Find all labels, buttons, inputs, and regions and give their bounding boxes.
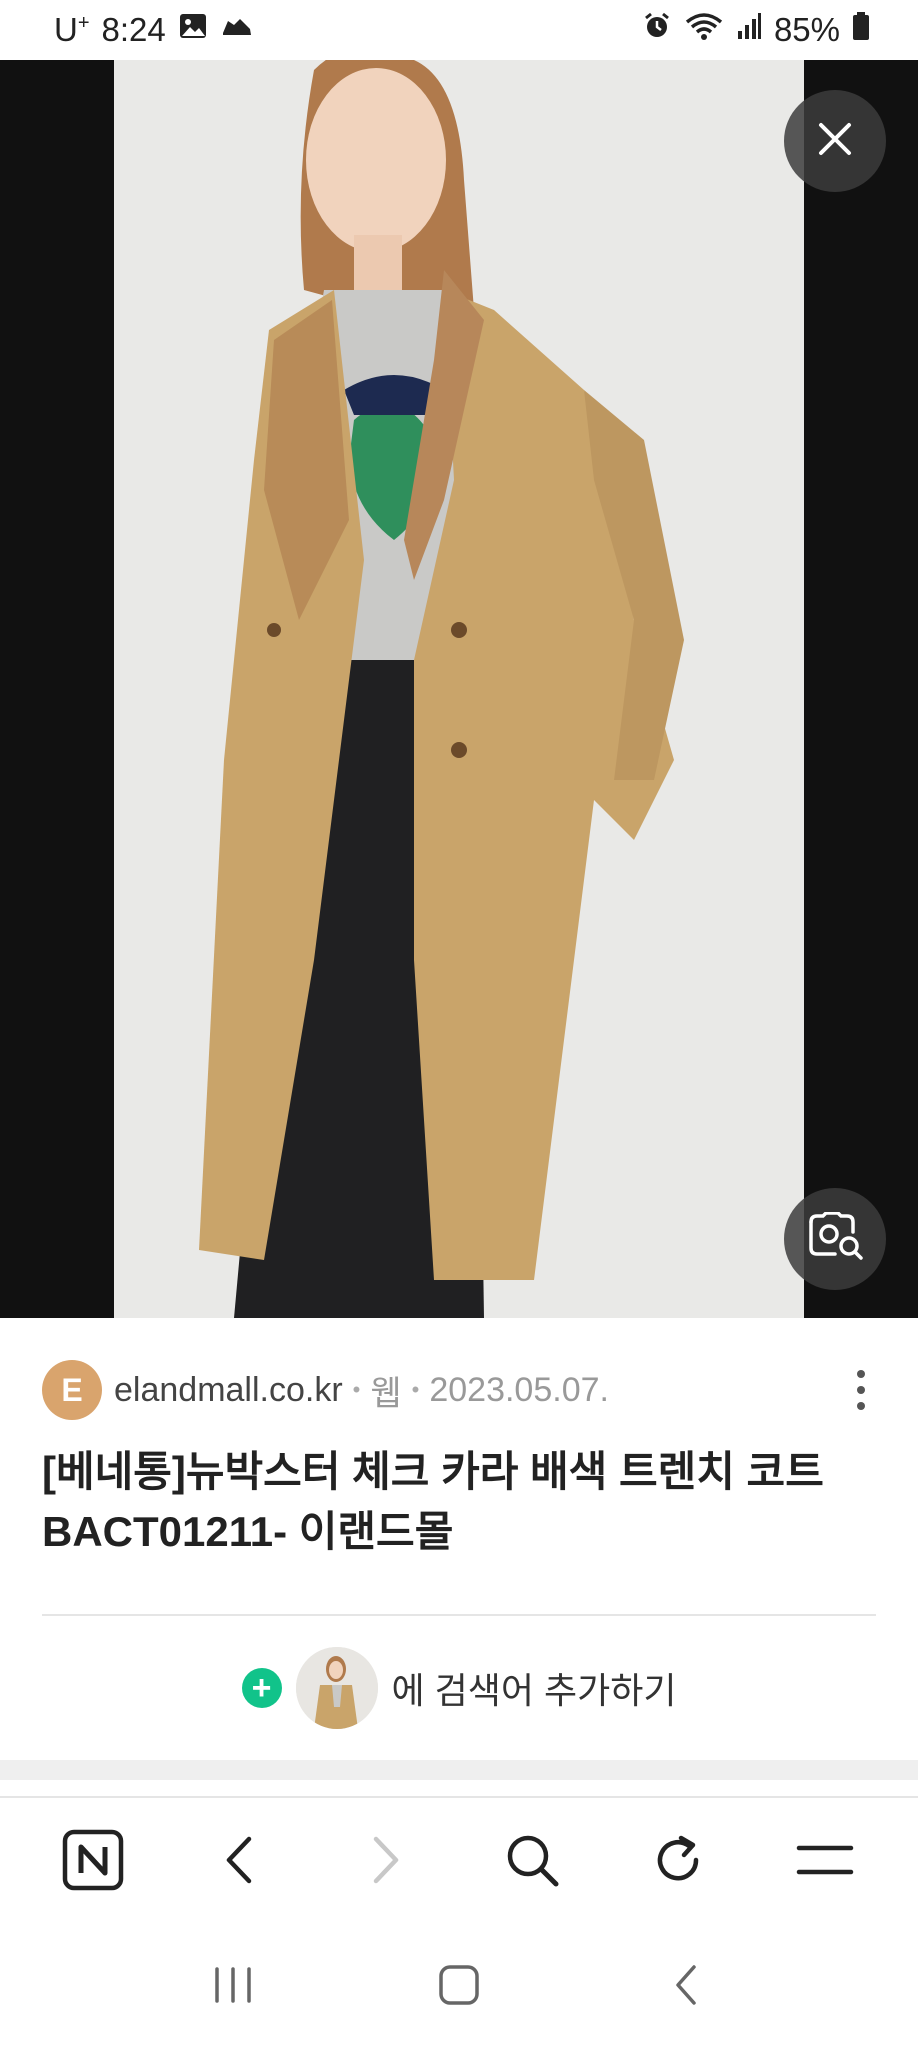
forward-button[interactable] <box>341 1817 431 1907</box>
refresh-button[interactable] <box>633 1817 723 1907</box>
more-dot <box>857 1370 865 1378</box>
close-icon <box>815 119 855 164</box>
status-bar: U+ 8:24 85% <box>0 0 918 60</box>
clock: 8:24 <box>101 11 166 48</box>
home-button[interactable] <box>419 1947 499 2027</box>
wifi-icon <box>684 11 724 49</box>
divider <box>42 1614 876 1616</box>
chevron-right-icon <box>366 1835 406 1890</box>
status-left: U+ 8:24 <box>54 11 254 49</box>
separator: • <box>411 1377 420 1402</box>
product-photo[interactable] <box>114 60 804 1318</box>
carrier-text: U <box>54 11 78 48</box>
section-divider <box>0 1760 918 1780</box>
back-button[interactable] <box>194 1817 284 1907</box>
recent-apps-button[interactable] <box>193 1947 273 2027</box>
recent-apps-icon <box>211 1965 255 2010</box>
search-icon <box>504 1832 560 1893</box>
add-search-term-row[interactable]: + 에 검색어 추가하기 <box>0 1646 918 1730</box>
result-card: E elandmall.co.kr • 웹 • 2023.05.07. [베네통… <box>0 1318 918 1760</box>
signal-icon <box>736 11 762 49</box>
more-dot <box>857 1402 865 1410</box>
source-domain[interactable]: elandmall.co.kr <box>114 1371 343 1410</box>
source-row[interactable]: E elandmall.co.kr • 웹 • 2023.05.07. <box>42 1360 876 1420</box>
battery-icon <box>852 11 870 49</box>
add-search-term-label: 에 검색어 추가하기 <box>391 1670 677 1711</box>
alarm-icon <box>642 11 672 49</box>
refresh-icon <box>651 1833 705 1892</box>
home-icon <box>437 1963 481 2012</box>
source-type: 웹 <box>370 1374 402 1413</box>
image-viewer <box>0 60 918 1318</box>
result-title[interactable]: [베네통]뉴박스터 체크 카라 배색 트렌치 코트 BACT01211- 이랜드… <box>42 1442 876 1562</box>
image-search-button[interactable] <box>784 1188 886 1290</box>
menu-button[interactable] <box>780 1817 870 1907</box>
source-favicon: E <box>42 1360 102 1420</box>
more-options-button[interactable] <box>846 1360 876 1420</box>
gallery-icon <box>178 11 208 49</box>
back-arrow-icon <box>670 1963 700 2012</box>
search-button[interactable] <box>487 1817 577 1907</box>
status-right: 85% <box>642 11 870 49</box>
system-nav-bar <box>0 1926 918 2048</box>
plus-icon: + <box>241 1668 282 1708</box>
carrier-plus: + <box>77 12 90 34</box>
system-back-button[interactable] <box>645 1947 725 2027</box>
more-dot <box>857 1386 865 1394</box>
separator: • <box>352 1377 361 1402</box>
carrier-label: U+ <box>54 11 90 49</box>
close-button[interactable] <box>784 90 886 192</box>
naver-home-button[interactable] <box>48 1817 138 1907</box>
browser-toolbar <box>0 1796 918 1926</box>
naver-n-icon <box>62 1829 124 1896</box>
shoe-icon <box>220 11 254 49</box>
battery-percent: 85% <box>773 11 840 48</box>
lens-search-icon <box>807 1210 863 1267</box>
source-date: 2023.05.07. <box>429 1370 609 1409</box>
image-thumbnail <box>295 1647 378 1729</box>
chevron-left-icon <box>219 1835 259 1890</box>
hamburger-menu-icon <box>796 1840 854 1885</box>
